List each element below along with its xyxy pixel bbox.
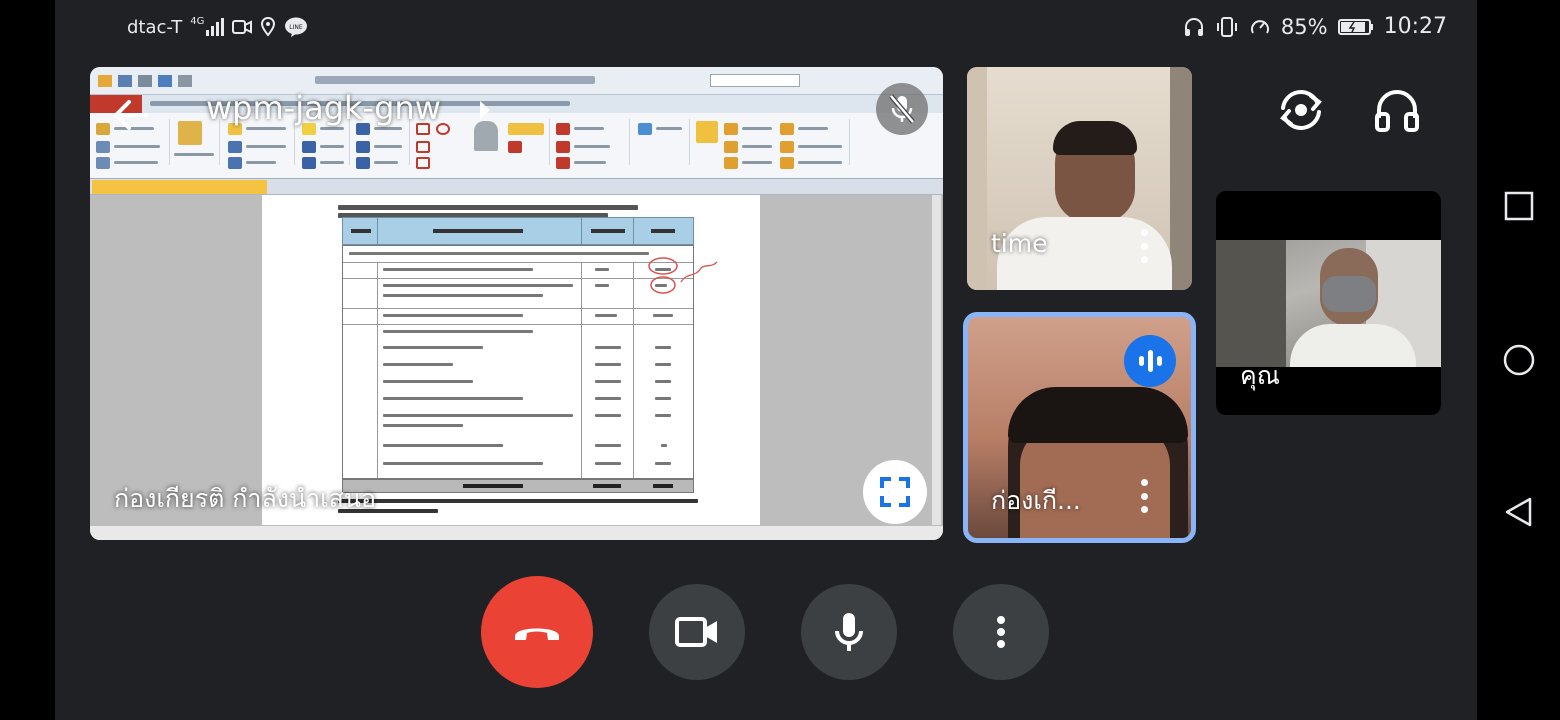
pdf-document-tab (90, 179, 943, 195)
end-call-button[interactable] (481, 576, 593, 688)
mic-icon (835, 613, 863, 651)
participant-name: คุณ (1240, 361, 1280, 390)
chevron-right-icon[interactable] (478, 99, 492, 121)
status-bar-right: 85% 10:27 (1183, 14, 1447, 39)
battery-percent: 85% (1280, 14, 1328, 39)
participant-tile-self[interactable]: คุณ (1216, 191, 1441, 415)
data-saver-icon (1250, 19, 1269, 33)
pdf-vertical-scrollbar[interactable] (932, 195, 941, 525)
presenting-caption: ก่องเกียรติ กำลังนำเสนอ (114, 484, 377, 513)
self-video (1216, 240, 1441, 367)
switch-camera-button[interactable] (1273, 82, 1329, 138)
mic-off-icon (889, 94, 915, 124)
headset-status-icon (1184, 17, 1203, 36)
participant-tile-active-speaker[interactable]: ก่องเกี... (963, 312, 1196, 543)
more-options-button[interactable] (953, 584, 1049, 680)
participant-name: time (991, 229, 1048, 258)
more-vert-icon[interactable] (1140, 229, 1148, 263)
video-status-icon (232, 20, 253, 34)
participant-name: ก่องเกี... (991, 486, 1081, 515)
pdf-page (262, 195, 760, 525)
home-icon[interactable] (1503, 344, 1535, 376)
speaking-indicator-icon (1124, 335, 1176, 387)
meet-call-screen: dtac-T 4G LINE 85% 10:27 wpm-jagk-gnw ก่… (55, 0, 1477, 720)
mic-toggle-button[interactable] (801, 584, 897, 680)
network-type: 4G (190, 16, 205, 27)
table-header (342, 217, 694, 245)
headphones-icon (1375, 90, 1419, 132)
camera-toggle-button[interactable] (649, 584, 745, 680)
audio-output-button[interactable] (1369, 82, 1425, 138)
participant-tile-time[interactable]: time (967, 67, 1192, 290)
recents-icon[interactable] (1503, 190, 1535, 222)
status-bar-left: dtac-T 4G LINE (127, 16, 308, 38)
more-vert-icon (997, 616, 1005, 648)
vibrate-icon (1216, 16, 1237, 37)
fullscreen-button[interactable] (863, 460, 927, 524)
pdf-horizontal-scrollbar[interactable] (90, 526, 943, 540)
location-icon (261, 17, 276, 37)
carrier-label: dtac-T (127, 16, 183, 38)
switch-camera-icon (1280, 90, 1322, 130)
arrow-left-icon[interactable] (110, 95, 150, 135)
signal-icon (206, 18, 225, 36)
svg-text:LINE: LINE (290, 24, 304, 31)
meeting-code[interactable]: wpm-jagk-gnw (206, 89, 441, 127)
more-vert-icon[interactable] (1140, 479, 1148, 513)
videocam-icon (675, 617, 717, 647)
system-navigation-bar (1477, 0, 1560, 720)
line-app-icon: LINE (285, 17, 308, 37)
battery-icon (1337, 18, 1373, 35)
phone-hangup-icon (515, 628, 559, 640)
table-body (342, 245, 718, 479)
clock: 10:27 (1383, 14, 1447, 39)
fullscreen-icon (880, 477, 910, 507)
table-summary-row (342, 479, 694, 493)
presentation-tile[interactable]: wpm-jagk-gnw ก่องเกียรติ กำลังนำเสนอ (90, 67, 943, 540)
presenter-mic-status (876, 83, 928, 135)
back-icon[interactable] (1503, 496, 1535, 528)
